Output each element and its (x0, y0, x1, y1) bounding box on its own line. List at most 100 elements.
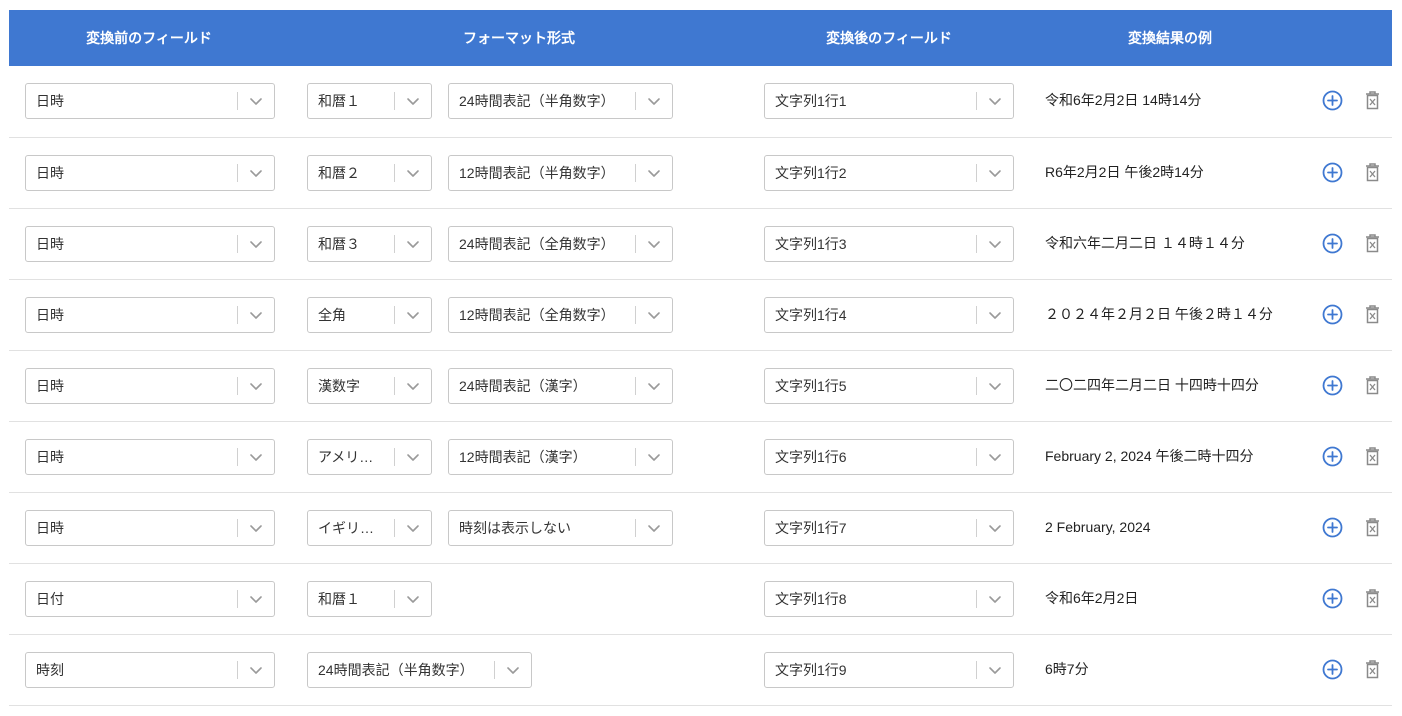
chevron-down-icon[interactable] (645, 378, 663, 394)
target-field-select[interactable]: 文字列1行7 (764, 510, 1014, 546)
time-format-select[interactable]: 12時間表記（半角数字） (448, 155, 673, 191)
chevron-down-icon[interactable] (247, 378, 265, 394)
source-field-select[interactable]: 日時 (25, 83, 275, 119)
example-result: 二〇二四年二月二日 十四時十四分 (1045, 377, 1259, 393)
time-format-select[interactable]: 24時間表記（全角数字） (448, 226, 673, 262)
trash-icon[interactable] (1364, 162, 1381, 183)
plus-circle-icon[interactable] (1322, 304, 1343, 325)
chevron-down-icon[interactable] (247, 307, 265, 323)
select-separator (494, 661, 495, 679)
format-select-value: アメリ… (318, 449, 374, 465)
chevron-down-icon[interactable] (645, 307, 663, 323)
format-select[interactable]: 漢数字 (307, 368, 432, 404)
plus-circle-icon[interactable] (1322, 588, 1343, 609)
select-separator (394, 377, 395, 395)
target-field-select[interactable]: 文字列1行2 (764, 155, 1014, 191)
plus-circle-icon[interactable] (1322, 375, 1343, 396)
chevron-down-icon[interactable] (404, 165, 422, 181)
chevron-down-icon[interactable] (404, 378, 422, 394)
chevron-down-icon[interactable] (504, 662, 522, 678)
chevron-down-icon[interactable] (247, 520, 265, 536)
chevron-down-icon[interactable] (247, 591, 265, 607)
chevron-down-icon[interactable] (645, 520, 663, 536)
target-field-select-value: 文字列1行8 (775, 591, 847, 607)
chevron-down-icon[interactable] (986, 236, 1004, 252)
format-select[interactable]: 和暦２ (307, 155, 432, 191)
chevron-down-icon[interactable] (404, 449, 422, 465)
format-select[interactable]: イギリ… (307, 510, 432, 546)
select-separator (976, 448, 977, 466)
chevron-down-icon[interactable] (247, 449, 265, 465)
target-field-select[interactable]: 文字列1行3 (764, 226, 1014, 262)
source-field-select[interactable]: 時刻 (25, 652, 275, 688)
plus-circle-icon[interactable] (1322, 446, 1343, 467)
chevron-down-icon[interactable] (645, 236, 663, 252)
chevron-down-icon[interactable] (404, 520, 422, 536)
source-field-select[interactable]: 日時 (25, 226, 275, 262)
trash-icon[interactable] (1364, 90, 1381, 111)
table-row: 時刻 24時間表記（半角数字） 文字列1行9 6時7分 (9, 635, 1392, 706)
chevron-down-icon[interactable] (404, 307, 422, 323)
chevron-down-icon[interactable] (645, 165, 663, 181)
chevron-down-icon[interactable] (986, 307, 1004, 323)
format-select[interactable]: 和暦１ (307, 581, 432, 617)
source-field-select[interactable]: 日時 (25, 155, 275, 191)
source-field-select[interactable]: 日時 (25, 297, 275, 333)
chevron-down-icon[interactable] (986, 165, 1004, 181)
chevron-down-icon[interactable] (404, 236, 422, 252)
target-field-select-value: 文字列1行9 (775, 662, 847, 678)
chevron-down-icon[interactable] (247, 165, 265, 181)
chevron-down-icon[interactable] (404, 591, 422, 607)
chevron-down-icon[interactable] (986, 591, 1004, 607)
chevron-down-icon[interactable] (404, 93, 422, 109)
chevron-down-icon[interactable] (645, 449, 663, 465)
trash-icon[interactable] (1364, 517, 1381, 538)
trash-icon[interactable] (1364, 304, 1381, 325)
time-format-select[interactable]: 12時間表記（全角数字） (448, 297, 673, 333)
chevron-down-icon[interactable] (645, 93, 663, 109)
target-field-select[interactable]: 文字列1行8 (764, 581, 1014, 617)
trash-icon[interactable] (1364, 233, 1381, 254)
trash-icon[interactable] (1364, 588, 1381, 609)
source-field-select-value: 日時 (36, 165, 64, 181)
chevron-down-icon[interactable] (247, 236, 265, 252)
time-format-select[interactable]: 24時間表記（半角数字） (448, 83, 673, 119)
target-field-select[interactable]: 文字列1行9 (764, 652, 1014, 688)
source-field-select[interactable]: 日時 (25, 439, 275, 475)
target-field-select[interactable]: 文字列1行6 (764, 439, 1014, 475)
example-result: ２０２４年２月２日 午後２時１４分 (1045, 306, 1273, 322)
time-format-select[interactable]: 時刻は表示しない (448, 510, 673, 546)
chevron-down-icon[interactable] (986, 449, 1004, 465)
time-format-select[interactable]: 24時間表記（漢字） (448, 368, 673, 404)
chevron-down-icon[interactable] (986, 520, 1004, 536)
format-select[interactable]: アメリ… (307, 439, 432, 475)
plus-circle-icon[interactable] (1322, 517, 1343, 538)
chevron-down-icon[interactable] (247, 662, 265, 678)
chevron-down-icon[interactable] (986, 93, 1004, 109)
format-select[interactable]: 全角 (307, 297, 432, 333)
example-result: 令和6年2月2日 14時14分 (1045, 92, 1202, 108)
plus-circle-icon[interactable] (1322, 90, 1343, 111)
source-field-select-value: 日時 (36, 93, 64, 109)
format-select[interactable]: 和暦３ (307, 226, 432, 262)
plus-circle-icon[interactable] (1322, 162, 1343, 183)
chevron-down-icon[interactable] (247, 93, 265, 109)
format-select[interactable]: 和暦１ (307, 83, 432, 119)
chevron-down-icon[interactable] (986, 662, 1004, 678)
table-header: 変換前のフィールド フォーマット形式 変換後のフィールド 変換結果の例 (9, 10, 1392, 66)
time-format-select[interactable]: 12時間表記（漢字） (448, 439, 673, 475)
trash-icon[interactable] (1364, 375, 1381, 396)
chevron-down-icon[interactable] (986, 378, 1004, 394)
target-field-select[interactable]: 文字列1行4 (764, 297, 1014, 333)
plus-circle-icon[interactable] (1322, 659, 1343, 680)
target-field-select[interactable]: 文字列1行1 (764, 83, 1014, 119)
source-field-select[interactable]: 日付 (25, 581, 275, 617)
example-result: 6時7分 (1045, 661, 1089, 677)
trash-icon[interactable] (1364, 659, 1381, 680)
trash-icon[interactable] (1364, 446, 1381, 467)
source-field-select[interactable]: 日時 (25, 368, 275, 404)
target-field-select[interactable]: 文字列1行5 (764, 368, 1014, 404)
format-select[interactable]: 24時間表記（半角数字） (307, 652, 532, 688)
plus-circle-icon[interactable] (1322, 233, 1343, 254)
source-field-select[interactable]: 日時 (25, 510, 275, 546)
